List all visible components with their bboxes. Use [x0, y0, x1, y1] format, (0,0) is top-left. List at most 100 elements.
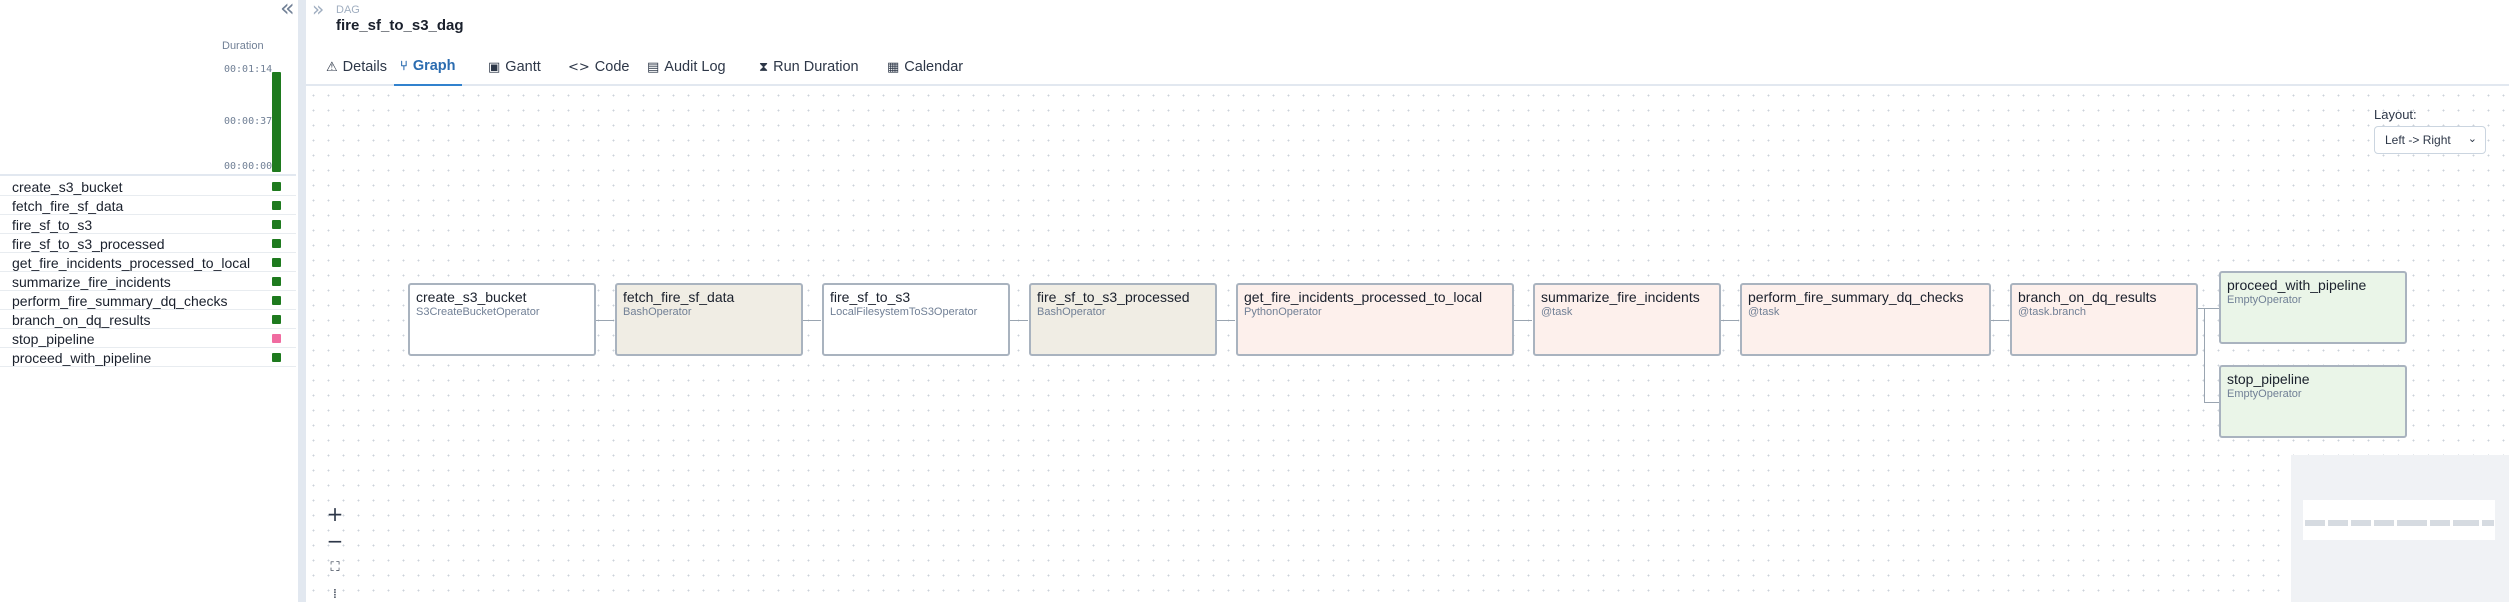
dag-details-panel: » DAG fire_sf_to_s3_dag ⚠ Details ⑂ Grap… [306, 0, 2509, 602]
task-name: summarize_fire_incidents [12, 274, 171, 290]
tab-gantt[interactable]: ▣ Gantt [482, 48, 547, 86]
zoom-in-button[interactable]: + [322, 500, 348, 527]
task-status-square[interactable] [272, 315, 281, 324]
task-status-square[interactable] [272, 277, 281, 286]
task-row-fetch-fire-sf-data[interactable]: fetch_fire_sf_data [0, 196, 296, 215]
task-status-square[interactable] [272, 258, 281, 267]
node-task-id: get_fire_incidents_processed_to_local [1244, 289, 1483, 305]
task-tree-panel: « Duration 00:01:14 00:00:37 00:00:00 cr… [0, 0, 298, 602]
node-get-fire-incidents-processed-to-local[interactable]: get_fire_incidents_processed_to_local Py… [1236, 283, 1514, 356]
tab-details[interactable]: ⚠ Details [320, 48, 393, 86]
edge [1217, 320, 1235, 321]
task-list: create_s3_bucket fetch_fire_sf_data fire… [0, 177, 296, 367]
tab-label: Details [342, 59, 387, 75]
node-branch-on-dq-results[interactable]: branch_on_dq_results @task.branch [2010, 283, 2198, 356]
layout-select-value: Left -> Right [2385, 133, 2451, 147]
node-fire-sf-to-s3[interactable]: fire_sf_to_s3 LocalFilesystemToS3Operato… [822, 283, 1010, 356]
minimap-node [2397, 520, 2427, 526]
node-operator: PythonOperator [1244, 306, 1322, 318]
task-status-square[interactable] [272, 220, 281, 229]
breadcrumb-dag-label: DAG [336, 4, 360, 16]
task-name: perform_fire_summary_dq_checks [12, 293, 228, 309]
task-name: branch_on_dq_results [12, 312, 151, 328]
task-row-stop-pipeline[interactable]: stop_pipeline [0, 329, 296, 348]
graph-canvas[interactable]: Layout: Left -> Right ⌄ create_s3_bucket… [306, 88, 2509, 602]
node-perform-fire-summary-dq-checks[interactable]: perform_fire_summary_dq_checks @task [1740, 283, 1991, 356]
task-row-create-s3-bucket[interactable]: create_s3_bucket [0, 177, 296, 196]
hourglass-icon: ⧗ [759, 59, 769, 75]
task-name: stop_pipeline [12, 331, 95, 347]
node-task-id: proceed_with_pipeline [2227, 277, 2367, 293]
dag-title[interactable]: fire_sf_to_s3_dag [336, 17, 464, 34]
node-operator: S3CreateBucketOperator [416, 306, 540, 318]
expand-panel-button[interactable]: » [312, 0, 324, 19]
node-summarize-fire-incidents[interactable]: summarize_fire_incidents @task [1533, 283, 1721, 356]
tab-run-duration[interactable]: ⧗ Run Duration [753, 48, 865, 86]
task-name: fetch_fire_sf_data [12, 198, 124, 214]
duration-axis-label: Duration [222, 40, 264, 52]
edge [2204, 402, 2219, 403]
node-operator: EmptyOperator [2227, 388, 2302, 400]
task-row-branch-on-dq-results[interactable]: branch_on_dq_results [0, 310, 296, 329]
tab-label: Calendar [904, 59, 964, 75]
task-row-get-fire-incidents-processed-to-local[interactable]: get_fire_incidents_processed_to_local [0, 253, 296, 272]
tab-graph[interactable]: ⑂ Graph [394, 48, 462, 86]
toggle-interactivity-button[interactable]: ⁞ [322, 581, 348, 602]
edge [1010, 320, 1028, 321]
task-row-fire-sf-to-s3[interactable]: fire_sf_to_s3 [0, 215, 296, 234]
zoom-out-button[interactable]: − [322, 527, 348, 554]
node-task-id: branch_on_dq_results [2018, 289, 2157, 305]
task-status-square[interactable] [272, 182, 281, 191]
code-icon: <> [568, 59, 590, 75]
task-status-square[interactable] [272, 334, 281, 343]
tab-label: Run Duration [773, 59, 859, 75]
task-status-square[interactable] [272, 296, 281, 305]
gantt-icon: ▣ [488, 59, 501, 75]
edge [803, 320, 821, 321]
node-task-id: stop_pipeline [2227, 371, 2310, 387]
task-name: fire_sf_to_s3_processed [12, 236, 165, 252]
node-operator: LocalFilesystemToS3Operator [830, 306, 978, 318]
edge [2204, 308, 2205, 402]
collapse-panel-button[interactable]: « [280, 0, 300, 20]
calendar-icon: ▦ [887, 59, 900, 75]
zoom-controls: + − ⛶ ⁞ [322, 500, 348, 602]
node-operator: EmptyOperator [2227, 294, 2302, 306]
tab-audit-log[interactable]: ▤ Audit Log [641, 48, 732, 86]
edge [1991, 320, 2009, 321]
duration-tick-mid: 00:00:37 [224, 116, 273, 127]
edge [1721, 320, 1739, 321]
edge [1514, 320, 1532, 321]
node-task-id: fire_sf_to_s3 [830, 289, 911, 305]
task-name: proceed_with_pipeline [12, 350, 152, 366]
node-stop-pipeline[interactable]: stop_pipeline EmptyOperator [2219, 365, 2407, 438]
tab-label: Gantt [505, 59, 541, 75]
task-row-summarize-fire-incidents[interactable]: summarize_fire_incidents [0, 272, 296, 291]
task-row-perform-fire-summary-dq-checks[interactable]: perform_fire_summary_dq_checks [0, 291, 296, 310]
node-create-s3-bucket[interactable]: create_s3_bucket S3CreateBucketOperator [408, 283, 596, 356]
tab-code[interactable]: <> Code [562, 48, 635, 86]
task-status-square[interactable] [272, 201, 281, 210]
task-status-square[interactable] [272, 239, 281, 248]
layout-label: Layout: [2374, 107, 2417, 122]
graph-icon: ⑂ [400, 58, 408, 74]
minimap-node [2453, 520, 2479, 526]
warning-icon: ⚠ [326, 59, 338, 75]
panel-resize-handle[interactable] [298, 0, 306, 602]
node-operator: @task [1541, 306, 1573, 318]
dag-run-bar[interactable] [272, 72, 281, 172]
tab-calendar[interactable]: ▦ Calendar [881, 48, 969, 86]
task-row-proceed-with-pipeline[interactable]: proceed_with_pipeline [0, 348, 296, 367]
tab-label: Graph [412, 58, 456, 74]
task-row-fire-sf-to-s3-processed[interactable]: fire_sf_to_s3_processed [0, 234, 296, 253]
edge [596, 320, 614, 321]
minimap-node [2351, 520, 2371, 526]
graph-minimap[interactable] [2291, 455, 2509, 602]
task-status-square[interactable] [272, 353, 281, 362]
layout-select[interactable]: Left -> Right ⌄ [2374, 126, 2486, 154]
node-task-id: create_s3_bucket [416, 289, 527, 305]
node-proceed-with-pipeline[interactable]: proceed_with_pipeline EmptyOperator [2219, 271, 2407, 344]
node-fetch-fire-sf-data[interactable]: fetch_fire_sf_data BashOperator [615, 283, 803, 356]
node-fire-sf-to-s3-processed[interactable]: fire_sf_to_s3_processed BashOperator [1029, 283, 1217, 356]
fit-view-button[interactable]: ⛶ [322, 554, 348, 581]
